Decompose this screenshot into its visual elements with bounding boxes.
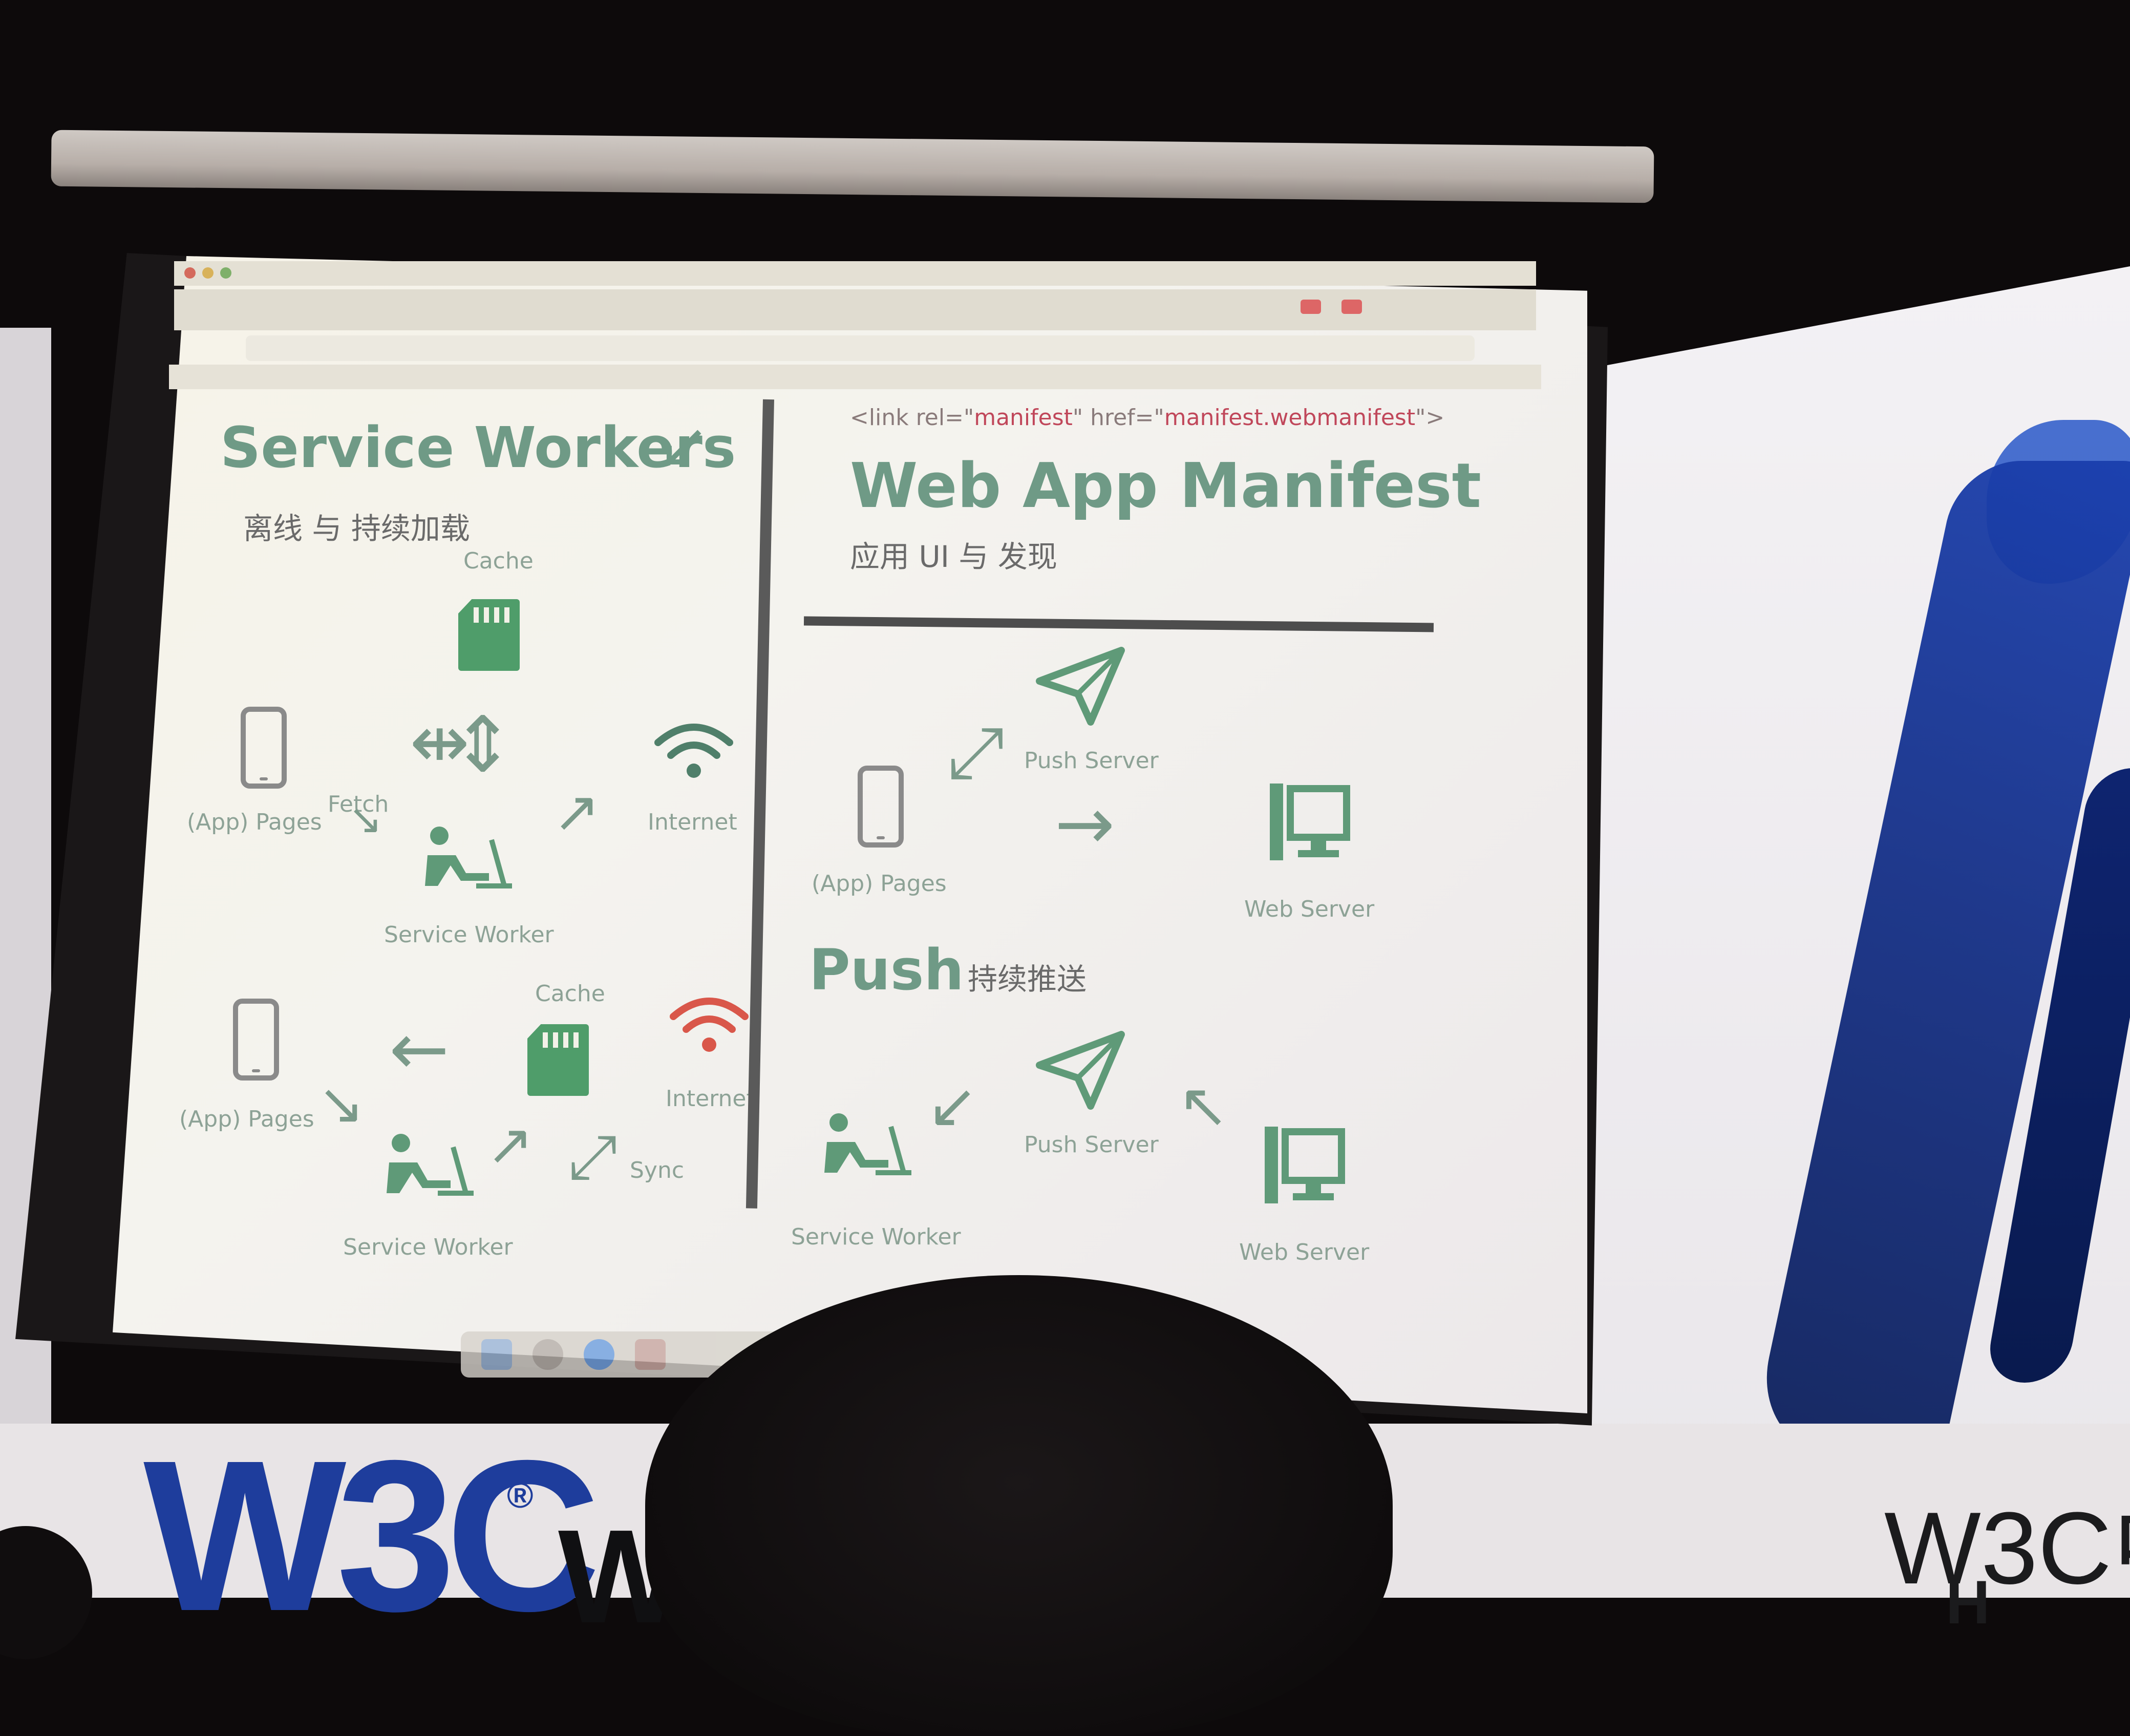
link-href-value: manifest.webmanifest (1164, 405, 1416, 431)
arrow-left-icon: ← (389, 1008, 450, 1091)
web-server-label-2: Web Server (1239, 1239, 1370, 1265)
bookmarks-bar (169, 365, 1541, 389)
desktop-computer-icon (1270, 784, 1350, 860)
service-worker-label: Service Worker (384, 922, 554, 948)
smartphone-icon (241, 707, 287, 789)
smartphone-icon-3 (858, 766, 904, 848)
w3c-logo-registered: ® (507, 1475, 534, 1515)
w3c-logo: W3C (143, 1416, 601, 1656)
push-server-label: Push Server (1024, 748, 1159, 774)
arrow-up-right-icon-2: ↗ (486, 1112, 534, 1177)
push-title: Push (809, 937, 964, 1003)
finder-icon[interactable] (481, 1339, 512, 1370)
cache-label-2: Cache (535, 981, 605, 1007)
youtube-icon-2[interactable] (1341, 300, 1362, 314)
pages-label-2: (App) Pages (179, 1106, 314, 1132)
worker-at-desk-icon-3 (824, 1113, 911, 1175)
maximize-window-icon[interactable] (220, 267, 231, 279)
web-server-label: Web Server (1244, 896, 1375, 922)
smartphone-icon-2 (233, 999, 279, 1081)
launchpad-icon[interactable] (532, 1339, 563, 1370)
push-server-label-2: Push Server (1024, 1132, 1159, 1158)
arrow-up-right-icon: ↗ (553, 779, 601, 844)
projector-screen-housing (51, 130, 1654, 203)
safari-icon[interactable] (584, 1339, 614, 1370)
banner-subtitle: H (1946, 1568, 1990, 1637)
wifi-error-icon (670, 998, 749, 1052)
browser-toolbar (174, 289, 1536, 330)
arrow-down-right-icon: ↘ (348, 795, 383, 843)
worker-at-desk-icon (425, 827, 512, 888)
banner-title: W3C中 (1884, 1491, 2130, 1605)
service-worker-label-3: Service Worker (791, 1224, 961, 1250)
arrow-right-icon: → (1055, 782, 1115, 866)
arrows-vertical-icon: ⇕ (451, 701, 515, 790)
paper-plane-icon (1036, 647, 1125, 726)
web-app-manifest-title: Web App Manifest (850, 451, 1481, 522)
service-worker-label-2: Service Worker (343, 1234, 513, 1260)
service-workers-subtitle: 离线 与 持续加载 (243, 511, 470, 546)
pages-label-3: (App) Pages (812, 871, 947, 897)
close-window-icon[interactable] (184, 267, 196, 279)
sync-label: Sync (630, 1157, 685, 1183)
wifi-icon (654, 724, 733, 778)
youtube-icon[interactable] (1301, 300, 1321, 314)
cache-label: Cache (463, 548, 534, 574)
link-tag-close: "> (1415, 405, 1445, 431)
worker-at-desk-icon-2 (387, 1134, 474, 1196)
arrow-diagonal-icon: ⤢ (568, 1121, 617, 1193)
push-subtitle: 持续推送 (968, 962, 1087, 997)
mail-icon[interactable] (635, 1339, 666, 1370)
room-wall-left (0, 328, 51, 1608)
link-href-attr: " href=" (1072, 405, 1164, 431)
pages-label: (App) Pages (187, 809, 322, 835)
manifest-link-code: <link rel="manifest" href="manifest.webm… (850, 405, 1444, 431)
desktop-computer-icon-2 (1265, 1127, 1345, 1203)
sd-card-icon-2 (527, 1024, 589, 1096)
arrow-down-left-icon: ↙ (658, 410, 710, 481)
web-app-manifest-subtitle: 应用 UI 与 发现 (850, 539, 1057, 574)
internet-label-2: Internet (666, 1086, 755, 1112)
link-tag-open: <link rel=" (850, 405, 974, 431)
minimize-window-icon[interactable] (202, 267, 214, 279)
audience-head-silhouette (645, 1275, 1393, 1736)
arrow-diagonal-icon-2: ⤢ (947, 711, 1005, 794)
browser-menu-bar (174, 261, 1536, 286)
paper-plane-icon-2 (1036, 1031, 1125, 1110)
internet-label: Internet (648, 809, 737, 835)
address-bar[interactable] (246, 335, 1475, 361)
sd-card-icon (458, 599, 520, 671)
arrow-up-left-icon: ↖ (1178, 1070, 1229, 1141)
link-rel-value: manifest (974, 405, 1073, 431)
arrow-down-left-icon-2: ↙ (927, 1070, 978, 1141)
arrow-down-right-icon-2: ↘ (317, 1071, 365, 1136)
